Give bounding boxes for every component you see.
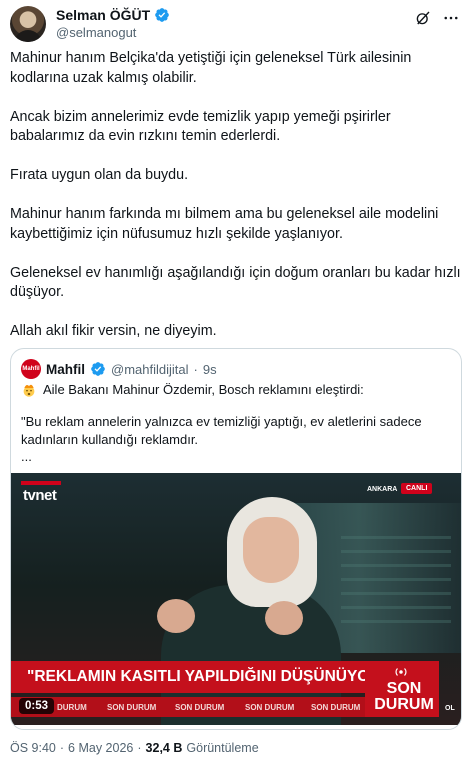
quoted-header: Mahfil Mahfil @mahfildijital · 9s	[21, 359, 217, 379]
tweet-paragraph: Fırata uygun olan da buydu.	[10, 167, 189, 183]
author-name[interactable]: Selman ÖĞÜT	[56, 7, 150, 23]
channel-logo: tvnet	[23, 487, 57, 504]
son-durum-label: SON DURUM	[374, 680, 434, 713]
corner-label: OL	[445, 705, 455, 712]
ticker-item: SON DURUM	[107, 703, 157, 712]
channel-logo-bar	[21, 481, 61, 485]
video-speaker-face	[243, 517, 299, 583]
quoted-author-name[interactable]: Mahfil	[46, 362, 85, 377]
quoted-line1: Aile Bakanı Mahinur Özdemir, Bosch rekla…	[43, 382, 364, 397]
quoted-ellipsis: ...	[21, 449, 32, 464]
quoted-handle: @mahfildijital	[111, 361, 189, 377]
view-label: Görüntüleme	[186, 741, 259, 755]
author-name-row: Selman ÖĞÜT	[56, 7, 170, 23]
location-label: ANKARA	[367, 486, 398, 493]
verified-badge-icon	[91, 362, 105, 376]
live-badge: CANLI	[401, 483, 433, 494]
video-set-lights	[341, 533, 451, 623]
ticker-item: DURUM	[57, 703, 87, 712]
quoted-timestamp[interactable]: 9s	[203, 362, 217, 377]
quoted-tweet[interactable]: Mahfil Mahfil @mahfildijital · 9s Aile B…	[10, 348, 462, 730]
tweet-paragraph: Mahinur hanım Belçika'da yetiştiği için …	[10, 50, 412, 86]
author-handle[interactable]: @selmanogut	[56, 25, 136, 40]
tweet-date[interactable]: 6 May 2026	[68, 741, 133, 755]
lower-third-text: "REKLAMIN KASITLI YAPILDIĞINI DÜŞÜNÜYORU…	[27, 668, 412, 685]
separator-dot: ·	[193, 361, 198, 377]
more-icon[interactable]	[442, 9, 460, 27]
quoted-line2: "Bu reklam annelerin yalnızca ev temizli…	[21, 414, 422, 447]
broadcast-icon	[395, 668, 407, 676]
tweet-text: Mahinur hanım Belçika'da yetiştiği için …	[10, 49, 462, 342]
verified-badge-icon	[155, 8, 169, 22]
mind-blown-emoji-icon	[23, 384, 35, 397]
video-duration: 0:53	[19, 698, 55, 714]
quoted-summary: Aile Bakanı Mahinur Özdemir, Bosch rekla…	[21, 381, 451, 399]
view-count[interactable]: 32,4 B	[146, 741, 183, 755]
separator-dot: ·	[137, 741, 142, 755]
tweet-paragraph: Geleneksel ev hanımlığı aşağılandığı içi…	[10, 264, 461, 301]
tweet-paragraph: Mahinur hanım farkında mı bilmem ama bu …	[10, 206, 439, 242]
tweet-paragraph: Ancak bizim annelerimiz evde temizlik ya…	[10, 108, 391, 145]
news-ticker: DURUM SON DURUM SON DURUM SON DURUM SON …	[11, 697, 365, 717]
ticker-item: SON DURUM	[311, 703, 361, 712]
video-speaker-hand	[265, 601, 303, 635]
grok-icon[interactable]	[414, 9, 432, 27]
tweet-paragraph: Allah akıl fikir versin, ne diyeyim.	[10, 323, 217, 339]
ticker-item: SON DURUM	[175, 703, 225, 712]
ticker-item: SON DURUM	[245, 703, 295, 712]
avatar[interactable]	[10, 6, 46, 42]
video-player[interactable]: tvnet ANKARA CANLI "REKLAMIN KASITLI YAP…	[11, 473, 461, 725]
video-speaker-hand	[157, 599, 195, 633]
separator-dot: ·	[59, 741, 65, 755]
tweet-meta: ÖS 9:40 · 6 May 2026 · 32,4 B Görüntülem…	[10, 741, 259, 755]
tweet-time[interactable]: ÖS 9:40	[10, 741, 56, 755]
tweet-header: Selman ÖĞÜT @selmanogut	[10, 5, 462, 43]
quoted-avatar[interactable]: Mahfil	[21, 359, 41, 379]
